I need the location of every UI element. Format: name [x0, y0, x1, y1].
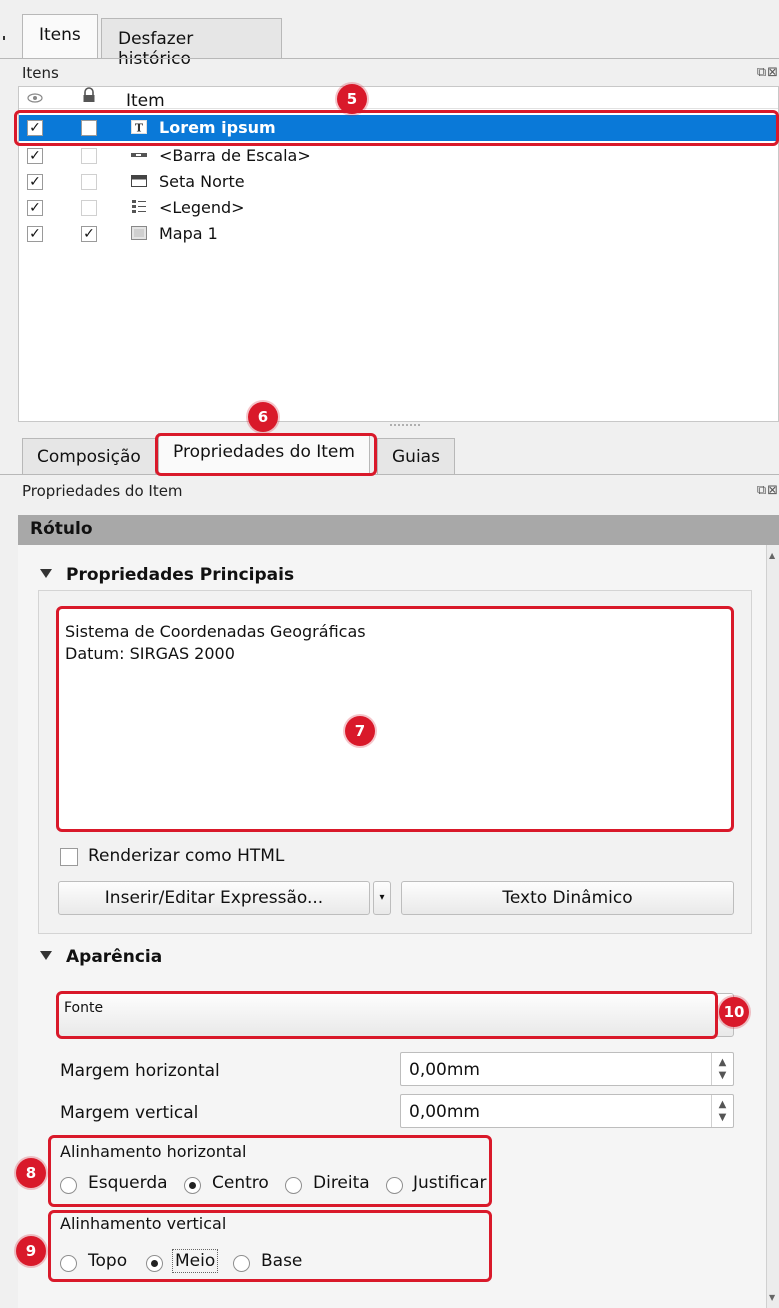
annotation-badge-8: 8 — [16, 1158, 46, 1188]
scalebar-icon — [131, 153, 147, 157]
margin-horizontal-value: 0,00mm — [409, 1060, 480, 1080]
lock-checkbox[interactable] — [81, 200, 97, 216]
tab-composicao[interactable]: Composição — [22, 438, 156, 474]
group-aparencia[interactable]: Aparência — [40, 947, 162, 967]
list-item[interactable]: ✓ <Barra de Escala> — [19, 143, 778, 169]
render-html-label: Renderizar como HTML — [88, 846, 285, 866]
spin-arrows-icon[interactable]: ▲ ▼ — [711, 1053, 733, 1085]
panel-float-icons[interactable]: ⧉⊠ — [757, 483, 779, 498]
map-icon — [131, 226, 147, 240]
vertical-scrollbar[interactable]: ▲ ▼ — [766, 545, 779, 1308]
items-panel-title: Itens — [22, 64, 59, 82]
margin-vertical-value: 0,00mm — [409, 1102, 480, 1122]
annotation-badge-7: 7 — [345, 716, 375, 746]
props-panel-title: Propriedades do Item — [22, 482, 183, 500]
lock-checkbox[interactable] — [81, 174, 97, 190]
visibility-checkbox[interactable]: ✓ — [27, 174, 43, 190]
expression-dropdown-button[interactable]: ▾ — [373, 881, 391, 915]
annotation-box-9 — [48, 1210, 492, 1282]
margin-horizontal-spinbox[interactable]: 0,00mm ▲ ▼ — [400, 1052, 734, 1086]
group-title-label: Aparência — [66, 947, 163, 967]
dynamic-text-button[interactable]: Texto Dinâmico — [401, 881, 734, 915]
scroll-down-arrow[interactable]: ▼ — [769, 1293, 775, 1302]
annotation-box-7 — [56, 606, 734, 832]
collapse-triangle-icon — [40, 568, 52, 578]
tab-guias[interactable]: Guias — [377, 438, 455, 474]
margin-vertical-spinbox[interactable]: 0,00mm ▲ ▼ — [400, 1094, 734, 1128]
annotation-box-5 — [14, 110, 779, 146]
spin-arrows-icon[interactable]: ▲ ▼ — [711, 1095, 733, 1127]
lock-checkbox[interactable]: ✓ — [81, 226, 97, 242]
annotation-box-8 — [48, 1135, 492, 1207]
lock-icon — [83, 87, 95, 102]
visibility-checkbox[interactable]: ✓ — [27, 226, 43, 242]
margin-vertical-label: Margem vertical — [60, 1103, 199, 1123]
list-item[interactable]: ✓ <Legend> — [19, 195, 778, 221]
annotation-badge-6: 6 — [248, 402, 278, 432]
render-html-checkbox[interactable] — [60, 848, 78, 866]
list-item-label: <Barra de Escala> — [159, 146, 311, 165]
column-item-header: Item — [126, 91, 165, 111]
annotation-box-10 — [56, 991, 718, 1039]
legend-icon — [132, 200, 146, 213]
collapse-triangle-icon — [40, 950, 52, 960]
group-title-label: Propriedades Principais — [66, 565, 295, 585]
section-header-rotulo: Rótulo — [18, 515, 779, 545]
list-header: Item — [19, 87, 778, 111]
tab-divider — [0, 474, 779, 475]
panel-float-icons[interactable]: ⧉⊠ — [757, 65, 779, 80]
picture-icon — [131, 175, 147, 187]
annotation-badge-10: 10 — [719, 997, 749, 1027]
scroll-up-arrow[interactable]: ▲ — [769, 551, 775, 560]
list-item[interactable]: ✓ Seta Norte — [19, 169, 778, 195]
visibility-checkbox[interactable]: ✓ — [27, 148, 43, 164]
tab-itens[interactable]: Itens — [22, 14, 98, 59]
insert-expression-button[interactable]: Inserir/Editar Expressão... — [58, 881, 370, 915]
list-item-label: <Legend> — [159, 198, 245, 217]
lock-checkbox[interactable] — [81, 148, 97, 164]
list-item-label: Seta Norte — [159, 172, 245, 191]
annotation-badge-9: 9 — [16, 1236, 46, 1266]
annotation-badge-5: 5 — [337, 84, 367, 114]
list-item[interactable]: ✓ ✓ Mapa 1 — [19, 221, 778, 247]
list-item-label: Mapa 1 — [159, 224, 218, 243]
tab-desfazer-historico[interactable]: Desfazer histórico — [101, 18, 282, 69]
group-propriedades-principais[interactable]: Propriedades Principais — [40, 565, 294, 585]
tab-divider — [0, 58, 779, 59]
splitter-handle[interactable] — [390, 424, 420, 427]
window-edge-mark — [3, 36, 5, 40]
eye-icon — [27, 93, 43, 103]
visibility-checkbox[interactable]: ✓ — [27, 200, 43, 216]
annotation-box-6 — [155, 433, 377, 476]
margin-horizontal-label: Margem horizontal — [60, 1061, 220, 1081]
